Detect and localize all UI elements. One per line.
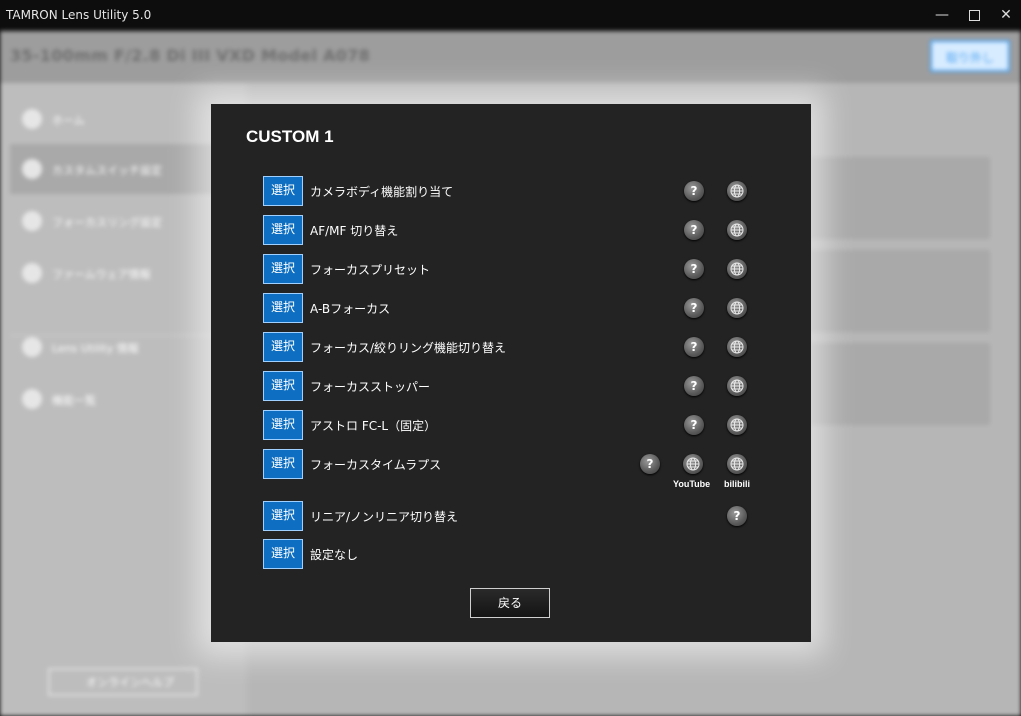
dialog-title: CUSTOM 1 xyxy=(246,127,334,146)
globe-icon[interactable] xyxy=(727,298,747,318)
option-row: 選択 アストロ FC-L（固定）? xyxy=(263,410,783,440)
sidebar-item-home[interactable]: ホーム xyxy=(10,94,245,144)
select-button[interactable]: 選択 xyxy=(263,371,303,401)
help-icon[interactable]: ? xyxy=(684,259,704,279)
option-row: 選択 フォーカス/絞りリング機能切り替え? xyxy=(263,332,783,362)
option-row: 選択 設定なし xyxy=(263,539,783,569)
window-title: TAMRON Lens Utility 5.0 xyxy=(6,8,152,22)
sidebar-item-info[interactable]: Lens Utility 情報 xyxy=(10,322,245,372)
option-label: フォーカスストッパー xyxy=(310,380,431,394)
select-button[interactable]: 選択 xyxy=(263,539,303,569)
globe-icon[interactable] xyxy=(727,181,747,201)
sidebar-item-custom-switch[interactable]: カスタムスイッチ設定 xyxy=(10,144,245,194)
select-button[interactable]: 選択 xyxy=(263,176,303,206)
select-button[interactable]: 選択 xyxy=(263,449,303,479)
sidebar: ホーム カスタムスイッチ設定 フォーカスリング設定 ファームウェア情報 Lens… xyxy=(0,83,245,716)
sidebar-item-focus-ring[interactable]: フォーカスリング設定 xyxy=(10,196,245,246)
maximize-button[interactable] xyxy=(958,0,990,31)
content-card xyxy=(810,157,990,239)
help-icon[interactable]: ? xyxy=(684,298,704,318)
option-label: リニア/ノンリニア切り替え xyxy=(310,510,459,524)
sidebar-item-label: Lens Utility 情報 xyxy=(52,342,139,355)
select-button[interactable]: 選択 xyxy=(263,254,303,284)
content-card xyxy=(810,250,990,332)
select-button[interactable]: 選択 xyxy=(263,501,303,531)
lens-name: 35-100mm F/2.8 Di III VXD Model A078 xyxy=(10,46,371,65)
maximize-icon xyxy=(968,9,980,21)
option-label: 設定なし xyxy=(310,548,359,562)
youtube-globe-icon[interactable] xyxy=(683,454,703,474)
sidebar-item-label: ファームウェア情報 xyxy=(52,268,151,281)
help-icon[interactable]: ? xyxy=(684,376,704,396)
bilibili-globe-icon[interactable] xyxy=(727,454,747,474)
option-row: 選択 フォーカスストッパー? xyxy=(263,371,783,401)
sidebar-item-label: フォーカスリング設定 xyxy=(52,216,162,229)
option-label: AF/MF 切り替え xyxy=(310,224,399,238)
close-button[interactable]: ✕ xyxy=(990,0,1021,31)
minimize-button[interactable]: — xyxy=(926,0,958,31)
globe-icon[interactable] xyxy=(727,376,747,396)
option-row: 選択 リニア/ノンリニア切り替え? xyxy=(263,501,783,531)
lens-header: 35-100mm F/2.8 Di III VXD Model A078 取り外… xyxy=(0,31,1021,83)
help-icon[interactable]: ? xyxy=(684,181,704,201)
firmware-icon xyxy=(22,263,42,283)
option-label: フォーカス/絞りリング機能切り替え xyxy=(310,341,507,355)
option-row: 選択 フォーカスプリセット? xyxy=(263,254,783,284)
sidebar-item-function-list[interactable]: 機能一覧 xyxy=(10,374,245,424)
globe-icon[interactable] xyxy=(727,415,747,435)
switch-icon xyxy=(22,159,42,179)
home-icon xyxy=(22,109,42,129)
title-bar: TAMRON Lens Utility 5.0 — ✕ xyxy=(0,0,1021,31)
remove-lens-button[interactable]: 取り外し xyxy=(930,40,1010,72)
info-icon xyxy=(22,337,42,357)
sidebar-item-label: 機能一覧 xyxy=(52,394,96,407)
select-button[interactable]: 選択 xyxy=(263,410,303,440)
select-button[interactable]: 選択 xyxy=(263,332,303,362)
content-card xyxy=(810,343,990,425)
globe-icon[interactable] xyxy=(727,259,747,279)
sidebar-item-firmware[interactable]: ファームウェア情報 xyxy=(10,248,245,298)
option-row: 選択 AF/MF 切り替え? xyxy=(263,215,783,245)
help-icon[interactable]: ? xyxy=(684,415,704,435)
help-icon[interactable]: ? xyxy=(684,337,704,357)
help-icon[interactable]: ? xyxy=(684,220,704,240)
list-icon xyxy=(22,389,42,409)
ring-icon xyxy=(22,211,42,231)
custom-dialog: CUSTOM 1 選択 カメラボディ機能割り当て? 選択 AF/MF 切り替え? 選択フ… xyxy=(211,104,811,642)
option-label: アストロ FC-L（固定） xyxy=(310,419,437,433)
back-button[interactable]: 戻る xyxy=(470,588,550,618)
sidebar-item-label: カスタムスイッチ設定 xyxy=(52,164,162,177)
option-label: A-Bフォーカス xyxy=(310,302,391,316)
online-help-button[interactable]: オンラインヘルプ xyxy=(48,668,198,696)
option-label: フォーカスプリセット xyxy=(310,263,431,277)
help-icon[interactable]: ? xyxy=(640,454,660,474)
globe-icon[interactable] xyxy=(727,220,747,240)
option-label: フォーカスタイムラプス xyxy=(310,458,442,472)
select-button[interactable]: 選択 xyxy=(263,215,303,245)
youtube-label: YouTube xyxy=(673,479,711,489)
option-row: 選択 カメラボディ機能割り当て? xyxy=(263,176,783,206)
bilibili-label: bilibili xyxy=(724,479,750,489)
globe-icon[interactable] xyxy=(727,337,747,357)
help-icon[interactable]: ? xyxy=(727,506,747,526)
select-button[interactable]: 選択 xyxy=(263,293,303,323)
option-row: 選択 A-Bフォーカス? xyxy=(263,293,783,323)
sidebar-item-label: ホーム xyxy=(52,114,85,127)
option-row: 選択 フォーカスタイムラプス? YouTube bilibili xyxy=(263,449,783,489)
option-label: カメラボディ機能割り当て xyxy=(310,185,454,199)
